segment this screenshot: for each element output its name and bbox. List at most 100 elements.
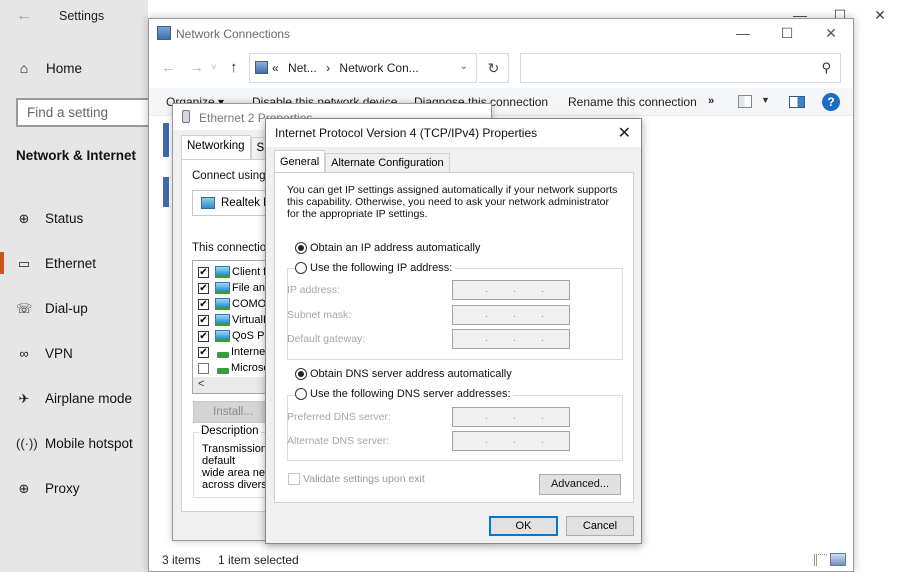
airplane-icon: ✈ (18, 390, 30, 406)
title-bar[interactable]: Network Connections — ☐ ✕ (149, 19, 853, 49)
breadcrumb-item[interactable]: Network Con... (339, 61, 418, 75)
checkbox[interactable]: ✔ (198, 314, 209, 326)
validate-settings-checkbox[interactable]: Validate settings upon exit (288, 473, 425, 485)
network-folder-icon (255, 61, 268, 74)
sidebar-item-airplane-mode[interactable]: ✈ Airplane mode (0, 376, 148, 421)
network-client-icon (215, 266, 230, 278)
help-icon[interactable]: ? (822, 93, 840, 111)
sidebar-item-vpn[interactable]: ∞ VPN (0, 331, 148, 376)
radio-label: Use the following IP address: (310, 262, 453, 274)
connection-item[interactable] (163, 123, 169, 157)
settings-title: Settings (59, 9, 105, 23)
sidebar-item-mobile-hotspot[interactable]: ((·)) Mobile hotspot (0, 421, 148, 466)
tab-alternate-configuration[interactable]: Alternate Configuration (325, 153, 450, 173)
intro-text: You can get IP settings assigned automat… (287, 184, 618, 220)
view-dropdown-icon[interactable]: ▼ (761, 95, 770, 105)
radio-label: Obtain DNS server address automatically (310, 368, 512, 380)
checkbox[interactable] (198, 362, 209, 374)
title-bar[interactable]: Internet Protocol Version 4 (TCP/IPv4) P… (266, 119, 641, 147)
obtain-ip-auto-radio[interactable]: Obtain an IP address automatically (295, 242, 483, 254)
subnet-mask-input[interactable]: ... (452, 305, 570, 325)
settings-nav: ⊕ Status ▭ Ethernet ☏ Dial-up ∞ VPN ✈ Ai… (0, 196, 148, 511)
advanced-button[interactable]: Advanced... (539, 474, 621, 495)
ipv4-properties-dialog: Internet Protocol Version 4 (TCP/IPv4) P… (265, 118, 642, 544)
item-count: 3 items (162, 553, 201, 567)
more-commands-button[interactable]: » (708, 95, 714, 107)
chevron-down-icon[interactable]: ⌄ (460, 61, 468, 72)
refresh-button[interactable]: ↻ (479, 53, 509, 83)
checkbox[interactable]: ✔ (198, 346, 209, 358)
large-icons-view-icon[interactable] (830, 553, 846, 566)
install-button[interactable]: Install... (193, 401, 273, 423)
obtain-dns-auto-radio[interactable]: Obtain DNS server address automatically (295, 368, 514, 380)
use-following-ip-radio[interactable]: Use the following IP address: (295, 262, 455, 274)
search-input[interactable]: ⚲ (520, 53, 841, 83)
preferred-dns-row: Preferred DNS server: ... (287, 407, 607, 427)
home-label: Home (46, 60, 83, 76)
sidebar-item-proxy[interactable]: ⊕ Proxy (0, 466, 148, 511)
cancel-button[interactable]: Cancel (566, 516, 634, 536)
breadcrumb-separator[interactable]: › (326, 61, 330, 75)
subnet-mask-row: Subnet mask: ... (287, 305, 607, 325)
up-arrow-icon[interactable]: ↑ (230, 59, 238, 76)
scroll-left-icon[interactable]: < (198, 378, 204, 390)
network-adapter-icon (201, 197, 215, 209)
ethernet-icon: ▭ (17, 255, 31, 271)
find-setting-input[interactable]: Find a setting (16, 98, 156, 127)
home-icon: ⌂ (19, 60, 29, 76)
radio-selected[interactable] (295, 368, 307, 380)
address-row: ← → ˅ ↑ « Net... › Network Con... ⌄ ↻ ⚲ (149, 51, 853, 85)
rename-connection-button[interactable]: Rename this connection (568, 95, 697, 109)
maximize-button[interactable]: ☐ (765, 19, 809, 49)
back-arrow-icon[interactable]: ← (161, 59, 176, 76)
minimize-button[interactable]: — (721, 19, 765, 49)
globe-monitor-icon: ⊕ (18, 210, 30, 226)
ip-address-input[interactable]: ... (452, 280, 570, 300)
breadcrumb: « Net... › Network Con... (272, 61, 425, 75)
checkbox[interactable]: ✔ (198, 330, 209, 342)
breadcrumb-overflow[interactable]: « (272, 61, 279, 75)
selection-count: 1 item selected (218, 553, 299, 567)
checkbox[interactable] (288, 473, 300, 485)
checkbox[interactable]: ✔ (198, 282, 209, 294)
sidebar-item-label: Ethernet (45, 256, 97, 271)
phone-icon: ☏ (16, 300, 33, 316)
sidebar-item-dialup[interactable]: ☏ Dial-up (0, 286, 148, 331)
tab-networking[interactable]: Networking (181, 135, 251, 159)
ip-address-label: IP address: (287, 284, 340, 296)
breadcrumb-item[interactable]: Net... (288, 61, 317, 75)
ok-button[interactable]: OK (489, 516, 558, 536)
close-button[interactable]: ✕ (860, 0, 900, 30)
default-gateway-row: Default gateway: ... (287, 329, 607, 349)
change-view-icon[interactable] (738, 95, 752, 108)
ethernet-adapter-icon (182, 110, 190, 123)
use-following-dns-radio[interactable]: Use the following DNS server addresses: (295, 388, 513, 400)
preview-pane-icon[interactable] (789, 96, 805, 108)
recent-locations-icon[interactable]: ˅ (211, 62, 217, 73)
radio-unselected[interactable] (295, 262, 307, 274)
details-view-icon[interactable] (814, 554, 827, 566)
close-button[interactable]: ✕ (809, 19, 853, 49)
address-bar[interactable]: « Net... › Network Con... ⌄ (249, 53, 477, 83)
network-service-icon (215, 298, 230, 310)
sidebar-item-home[interactable]: ⌂ Home (16, 60, 82, 76)
sidebar-item-status[interactable]: ⊕ Status (0, 196, 148, 241)
connection-item[interactable] (163, 177, 169, 207)
connect-using-label: Connect using: (192, 170, 269, 182)
checkbox[interactable]: ✔ (198, 298, 209, 310)
default-gateway-input[interactable]: ... (452, 329, 570, 349)
back-arrow-icon[interactable]: ← (16, 7, 32, 25)
preferred-dns-label: Preferred DNS server: (287, 411, 391, 423)
globe-icon: ⊕ (18, 480, 30, 496)
radio-selected[interactable] (295, 242, 307, 254)
preferred-dns-input[interactable]: ... (452, 407, 570, 427)
close-icon[interactable]: ✕ (618, 123, 631, 143)
sidebar-item-ethernet[interactable]: ▭ Ethernet (0, 241, 148, 286)
checkbox[interactable]: ✔ (198, 266, 209, 278)
alternate-dns-label: Alternate DNS server: (287, 435, 390, 447)
forward-arrow-icon[interactable]: → (189, 59, 204, 76)
search-icon[interactable]: ⚲ (821, 60, 831, 76)
radio-unselected[interactable] (295, 388, 307, 400)
tab-general[interactable]: General (274, 150, 326, 173)
alternate-dns-input[interactable]: ... (452, 431, 570, 451)
